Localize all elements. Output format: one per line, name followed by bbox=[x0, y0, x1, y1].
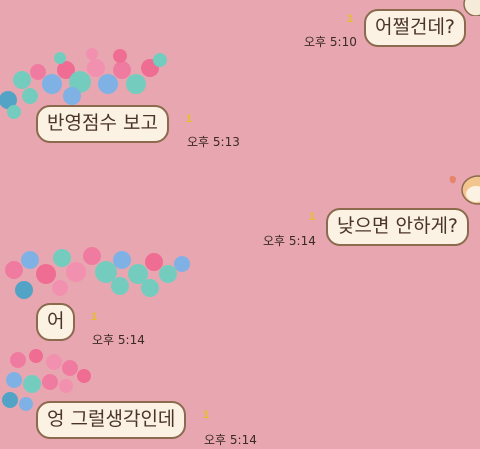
message-bubble[interactable]: 어 bbox=[36, 303, 76, 341]
unread-count: 1 bbox=[91, 311, 98, 323]
message-text: 어 bbox=[47, 310, 65, 332]
message-text: 어쩔건데? bbox=[375, 16, 456, 38]
message-time: 오후 5:14 bbox=[92, 333, 145, 347]
dog-sticker-icon bbox=[449, 175, 480, 205]
paw-prints-sticker-icon bbox=[5, 247, 190, 299]
message-bubble[interactable]: 낮으면 안하게? bbox=[326, 208, 470, 246]
message-time: 오후 5:10 bbox=[304, 35, 357, 49]
unread-count: 1 bbox=[186, 113, 193, 125]
message-bubble[interactable]: 엉 그럴생각인데 bbox=[36, 401, 187, 439]
message-text: 반영점수 보고 bbox=[47, 112, 158, 134]
message-bubble[interactable]: 반영점수 보고 bbox=[36, 105, 169, 143]
message-bubble[interactable]: 어쩔건데? bbox=[364, 9, 467, 47]
unread-count: 1 bbox=[203, 409, 210, 421]
message-time: 오후 5:14 bbox=[263, 234, 316, 248]
unread-count: 1 bbox=[347, 13, 354, 25]
unread-count: 1 bbox=[309, 211, 316, 223]
message-time: 오후 5:13 bbox=[187, 135, 240, 149]
message-text: 엉 그럴생각인데 bbox=[47, 408, 176, 430]
message-text: 낮으면 안하게? bbox=[337, 215, 459, 237]
message-time: 오후 5:14 bbox=[204, 433, 257, 447]
